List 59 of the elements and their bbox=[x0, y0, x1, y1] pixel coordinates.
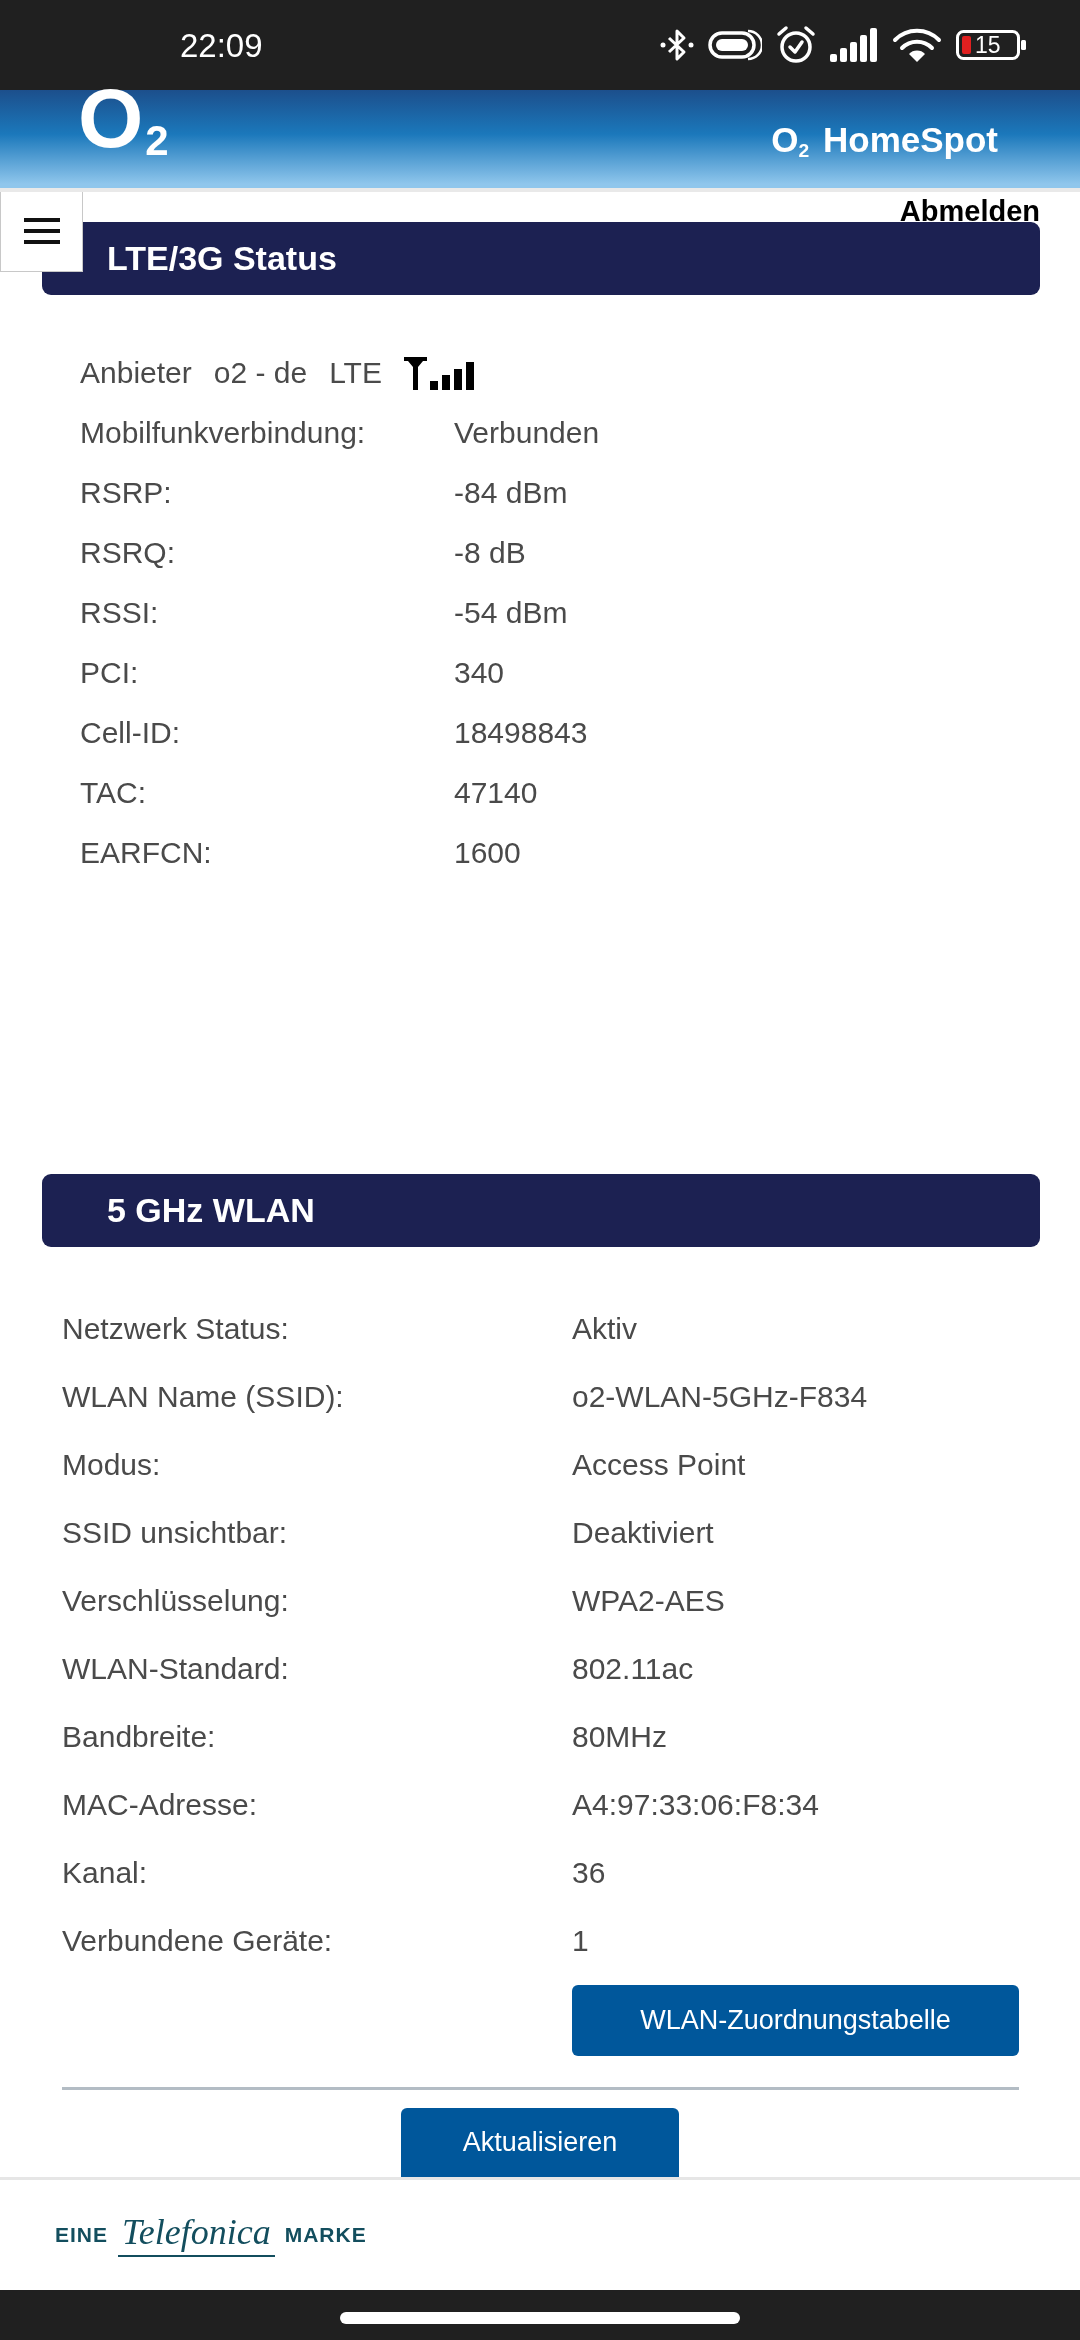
field-label: Cell-ID: bbox=[80, 715, 180, 751]
field-label: WLAN-Standard: bbox=[62, 1651, 289, 1687]
wifi-icon bbox=[892, 27, 942, 63]
brand-logo: O$_{2}$ bbox=[78, 76, 169, 163]
field-value: 1 bbox=[572, 1923, 589, 1959]
field-value: 80MHz bbox=[572, 1719, 668, 1755]
field-value: o2-WLAN-5GHz-F834 bbox=[572, 1379, 868, 1415]
field-value: -8 dB bbox=[454, 535, 526, 571]
battery-percentage: 15 bbox=[975, 33, 1001, 57]
section-header: 5 GHz WLAN bbox=[42, 1174, 1040, 1247]
field-label: RSRQ: bbox=[80, 535, 175, 571]
field-value: -54 dBm bbox=[454, 595, 568, 631]
field-label: RSRP: bbox=[80, 475, 172, 511]
field-value: 1600 bbox=[454, 835, 521, 871]
field-value: 18498843 bbox=[454, 715, 588, 751]
network-type: LTE bbox=[329, 355, 382, 391]
field-label: Kanal: bbox=[62, 1855, 148, 1891]
field-label: MAC-Adresse: bbox=[62, 1787, 258, 1823]
field-value: 802.11ac bbox=[572, 1651, 694, 1687]
field-value: Access Point bbox=[572, 1447, 746, 1483]
brand-wordmark: Telefonica bbox=[118, 2213, 275, 2257]
field-value: 36 bbox=[572, 1855, 606, 1891]
field-value: A4:97:33:06:F8:34 bbox=[572, 1787, 819, 1823]
capsule-icon bbox=[708, 29, 762, 61]
signal-bars-icon bbox=[830, 28, 878, 62]
status-time: 22:09 bbox=[180, 28, 263, 62]
menu-icon bbox=[23, 218, 60, 244]
field-label: Verschlüsselung: bbox=[62, 1583, 289, 1619]
field-value: Aktiv bbox=[572, 1311, 637, 1347]
field-label: PCI: bbox=[80, 655, 139, 691]
signal-strength-icon bbox=[403, 356, 477, 390]
field-label: Verbundene Geräte: bbox=[62, 1923, 333, 1959]
field-value: 47140 bbox=[454, 775, 538, 811]
menu-button[interactable] bbox=[0, 192, 83, 272]
field-label: RSSI: bbox=[80, 595, 159, 631]
field-label: Anbieter bbox=[80, 355, 192, 391]
brand-prefix: EINE bbox=[55, 2223, 108, 2247]
refresh-button[interactable]: Aktualisieren bbox=[401, 2108, 679, 2177]
field-label: Mobilfunkverbindung: bbox=[80, 415, 366, 451]
field-label: Bandbreite: bbox=[62, 1719, 216, 1755]
field-label: SSID unsichtbar: bbox=[62, 1515, 288, 1551]
field-label: EARFCN: bbox=[80, 835, 212, 871]
section-header: LTE/3G Status bbox=[42, 222, 1040, 295]
field-value: Verbunden bbox=[454, 415, 600, 451]
field-label: TAC: bbox=[80, 775, 147, 811]
field-label: Modus: bbox=[62, 1447, 161, 1483]
provider-name: o2 - de bbox=[213, 355, 308, 391]
battery-icon bbox=[956, 30, 1026, 60]
field-value: WPA2-AES bbox=[572, 1583, 725, 1619]
field-label: Netzwerk Status: bbox=[62, 1311, 289, 1347]
alarm-clock-icon bbox=[776, 25, 816, 65]
brand-suffix: MARKE bbox=[284, 2223, 367, 2247]
field-label: WLAN Name (SSID): bbox=[62, 1379, 344, 1415]
association-table-button[interactable]: WLAN-Zuordnungstabelle bbox=[572, 1985, 1019, 2056]
field-value: 340 bbox=[454, 655, 505, 691]
field-value: -84 dBm bbox=[454, 475, 568, 511]
field-value: Deaktiviert bbox=[572, 1515, 714, 1551]
product-title: O$_{2}$ HomeSpot bbox=[771, 121, 998, 161]
bluetooth-icon bbox=[660, 28, 694, 62]
